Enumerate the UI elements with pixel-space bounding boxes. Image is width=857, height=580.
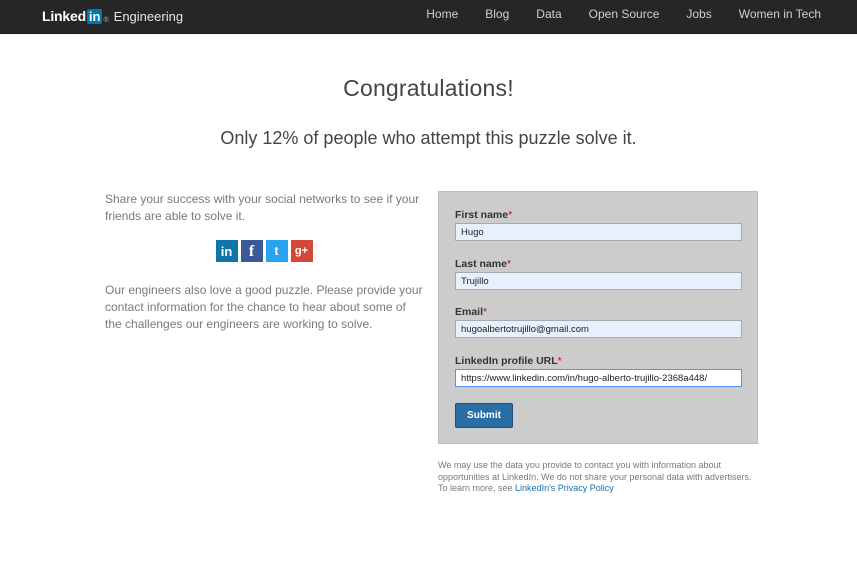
email-label-text: Email [455,306,484,318]
linkedin-url-label: LinkedIn profile URL* [455,355,742,369]
page-title: Congratulations! [343,75,514,101]
first-name-label-text: First name [455,209,509,221]
twitter-glyph: t [274,243,279,258]
google-plus-glyph: g+ [294,244,309,257]
logo-engineering-label: Engineering [113,8,184,24]
first-name-label: First name* [455,209,742,223]
logo-registered-mark: ® [103,16,109,24]
contact-form: First name* Last name* Email* LinkedIn p… [438,191,758,444]
linkedin-icon[interactable]: in [215,240,238,262]
email-field-group: Email* [455,306,742,338]
last-name-label-text: Last name [455,258,507,270]
nav-data[interactable]: Data [536,7,561,21]
google-plus-icon[interactable]: g+ [290,240,313,262]
linkedin-engineering-logo[interactable]: Linked in ® Engineering [42,6,183,26]
logo-wordmark: Linked [42,8,86,24]
facebook-icon[interactable]: f [240,240,263,262]
nav-women-in-tech[interactable]: Women in Tech [739,7,821,21]
required-mark: * [483,306,488,318]
first-name-field-group: First name* [455,209,742,241]
facebook-glyph: f [248,242,255,260]
email-input[interactable] [455,320,742,338]
privacy-policy-link[interactable]: LinkedIn's Privacy Policy [515,483,614,493]
linkedin-url-label-text: LinkedIn profile URL [455,355,558,367]
linkedin-glyph: in [220,243,233,259]
nav-home[interactable]: Home [426,7,458,21]
email-label: Email* [455,306,742,320]
nav-jobs[interactable]: Jobs [686,7,711,21]
main-nav: Home Blog Data Open Source Jobs Women in… [399,0,821,28]
last-name-field-group: Last name* [455,258,742,290]
nav-blog[interactable]: Blog [485,7,509,21]
last-name-label: Last name* [455,258,742,272]
page-subtitle: Only 12% of people who attempt this puzz… [220,128,637,148]
first-name-input[interactable] [455,223,742,241]
required-mark: * [506,258,512,270]
required-mark: * [557,355,562,367]
twitter-icon[interactable]: t [265,240,288,262]
last-name-input[interactable] [455,272,742,290]
share-text: Share your success with your social netw… [105,192,420,223]
submit-button[interactable]: Submit [455,403,513,428]
linkedin-url-input[interactable] [455,369,742,387]
puzzle-text: Our engineers also love a good puzzle. P… [105,283,423,331]
share-section: Share your success with your social netw… [105,191,423,333]
logo-in-badge: in [86,8,103,24]
social-share-buttons: in f t g+ [105,240,423,262]
required-mark: * [508,209,513,221]
linkedin-url-field-group: LinkedIn profile URL* [455,355,742,387]
nav-open-source[interactable]: Open Source [589,7,660,21]
top-navigation-bar: Linked in ® Engineering Home Blog Data O… [0,0,857,34]
privacy-disclaimer: We may use the data you provide to conta… [438,460,758,495]
